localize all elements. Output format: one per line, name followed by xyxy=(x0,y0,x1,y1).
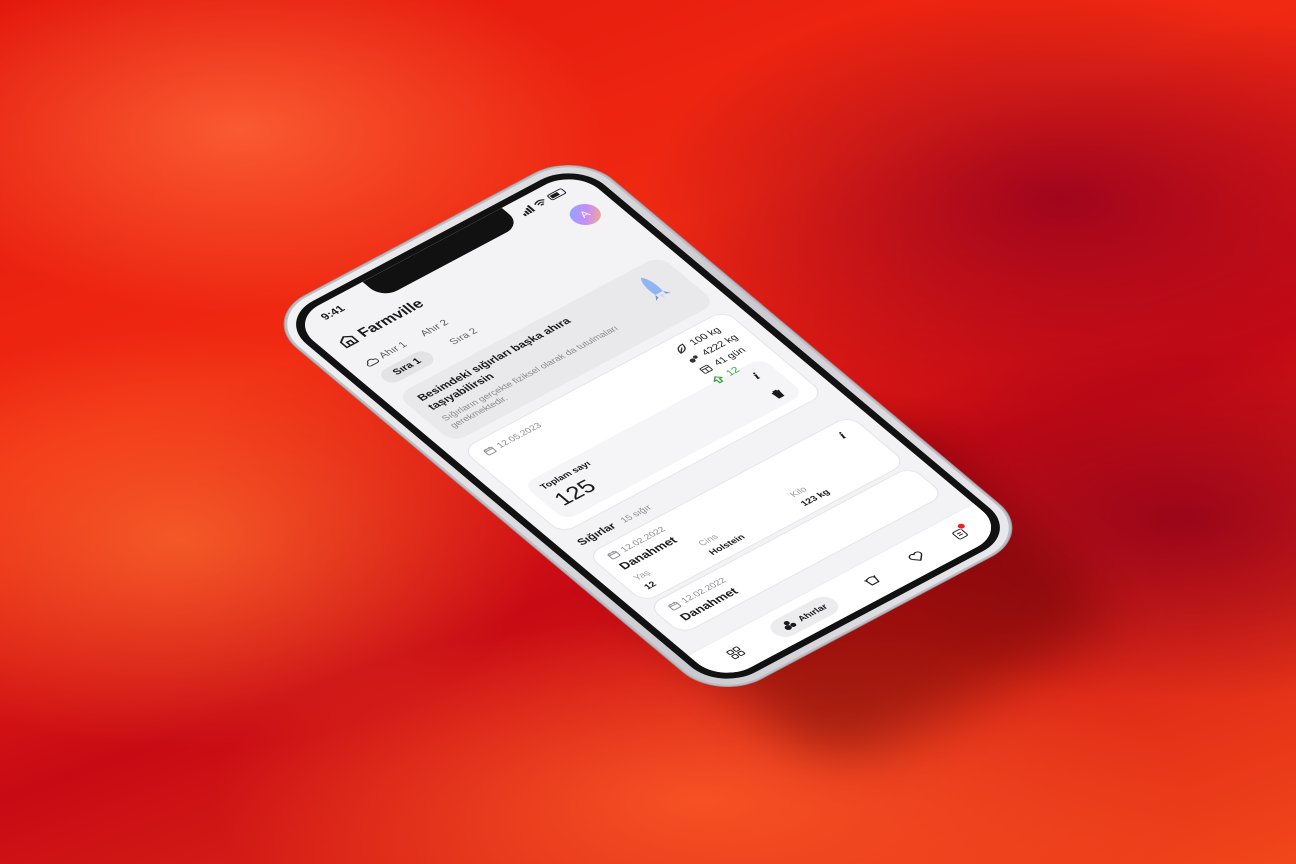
scale-icon xyxy=(690,355,699,363)
signal-icon xyxy=(518,204,536,216)
total-actions: i xyxy=(743,367,789,401)
status-time: 9:41 xyxy=(318,303,348,323)
info-icon[interactable]: i xyxy=(743,367,770,385)
heart-icon xyxy=(907,551,922,561)
calendar-icon xyxy=(668,601,682,611)
calendar-days-icon xyxy=(700,364,714,374)
nav-cattle[interactable] xyxy=(862,573,883,587)
nav-dashboard[interactable] xyxy=(725,645,747,660)
summary-date-text: 12.05.2023 xyxy=(494,420,544,450)
wifi-icon xyxy=(533,198,544,206)
nav-barns[interactable]: Ahırlar xyxy=(764,592,844,641)
barn-icon xyxy=(339,335,360,349)
nav-notifications[interactable] xyxy=(949,521,970,541)
cow-icon xyxy=(864,574,880,586)
calendar-icon xyxy=(483,446,497,456)
grid-icon xyxy=(726,646,746,660)
rocket-icon xyxy=(640,277,672,301)
calendar-icon xyxy=(607,550,621,560)
barns-icon xyxy=(783,620,797,630)
nav-barns-label: Ahırlar xyxy=(794,601,830,623)
nav-health[interactable] xyxy=(906,550,927,564)
avatar-letter: A xyxy=(577,208,594,221)
trash-icon[interactable] xyxy=(769,388,787,400)
background: 9:41 Farmville A Ahır 1 Ahır 2 Sıra 1 Sı… xyxy=(0,0,1296,864)
battery-icon xyxy=(546,187,568,201)
